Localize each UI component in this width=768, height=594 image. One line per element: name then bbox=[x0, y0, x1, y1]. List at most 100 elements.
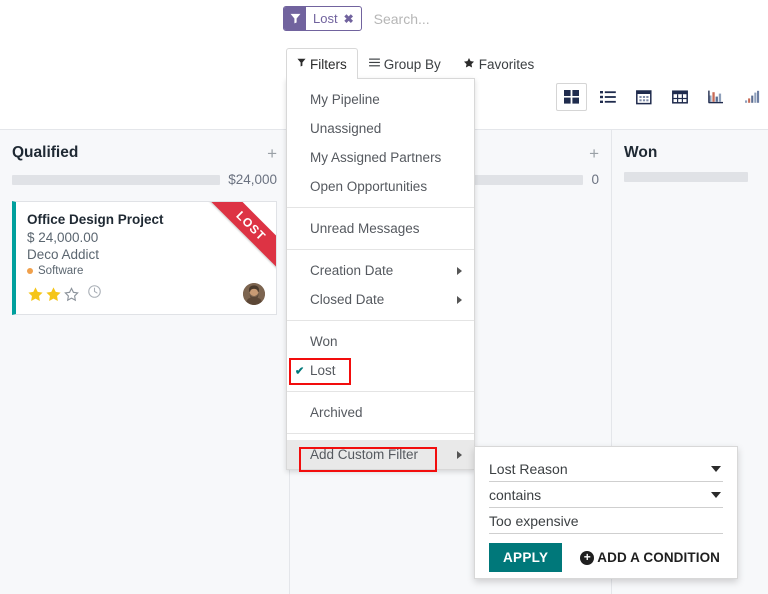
card-customer: Deco Addict bbox=[27, 247, 100, 262]
filter-item-label: Won bbox=[310, 334, 338, 349]
filter-item-label: My Pipeline bbox=[310, 92, 380, 107]
card-tag-label: Software bbox=[38, 265, 84, 277]
facet-remove-icon[interactable]: ✖ bbox=[343, 7, 361, 30]
card-amount: $ 24,000.00 bbox=[27, 230, 99, 245]
custom-filter-operator-value: contains bbox=[489, 487, 542, 503]
kanban-progress-row bbox=[612, 164, 768, 182]
custom-filter-value-text: Too expensive bbox=[489, 513, 579, 529]
view-button-pivot[interactable] bbox=[664, 83, 695, 111]
menu-divider bbox=[287, 320, 474, 321]
progress-bar[interactable] bbox=[12, 174, 221, 185]
chevron-down-icon bbox=[711, 466, 721, 472]
filter-item-lost[interactable]: ✔ Lost bbox=[287, 356, 474, 385]
app-root: Qualified + $24,000 LOST Office Design P… bbox=[0, 0, 768, 594]
activity-clock-icon[interactable] bbox=[87, 284, 102, 304]
filter-item-label: Closed Date bbox=[310, 292, 385, 307]
filter-icon bbox=[284, 7, 306, 30]
kanban-card[interactable]: LOST Office Design Project $ 24,000.00 D… bbox=[12, 201, 277, 315]
tab-group-by-label: Group By bbox=[383, 56, 441, 72]
ascending-bars-icon bbox=[744, 90, 759, 103]
chevron-right-icon bbox=[457, 266, 462, 275]
kanban-icon bbox=[563, 90, 579, 104]
filter-item-label: Creation Date bbox=[310, 263, 394, 278]
view-button-calendar[interactable] bbox=[628, 83, 659, 111]
menu-divider bbox=[287, 433, 474, 434]
hamburger-icon bbox=[368, 58, 380, 70]
kanban-column-title: Won bbox=[624, 144, 658, 161]
list-icon bbox=[599, 91, 616, 103]
custom-filter-actions: APPLY + ADD A CONDITION bbox=[489, 543, 723, 572]
menu-divider bbox=[287, 391, 474, 392]
search-view: Lost ✖ bbox=[283, 6, 768, 31]
star-filled-icon[interactable] bbox=[27, 286, 44, 303]
tab-group-by[interactable]: Group By bbox=[358, 48, 452, 79]
view-button-list[interactable] bbox=[592, 83, 623, 111]
search-input[interactable] bbox=[371, 8, 768, 29]
custom-filter-operator-select[interactable]: contains bbox=[489, 483, 723, 508]
star-filled-icon[interactable] bbox=[45, 286, 62, 303]
filter-item-unassigned[interactable]: Unassigned bbox=[287, 114, 474, 143]
filter-item-my-assigned-partners[interactable]: My Assigned Partners bbox=[287, 143, 474, 172]
facet-label: Lost bbox=[313, 11, 338, 26]
chevron-right-icon bbox=[457, 295, 462, 304]
view-button-kanban[interactable] bbox=[556, 83, 587, 111]
menu-divider bbox=[287, 249, 474, 250]
check-icon: ✔ bbox=[295, 365, 305, 377]
add-record-button[interactable]: + bbox=[589, 145, 599, 162]
chevron-right-icon bbox=[457, 450, 462, 459]
custom-filter-field-value: Lost Reason bbox=[489, 461, 568, 477]
view-button-graph[interactable] bbox=[700, 83, 731, 111]
filter-item-unread-messages[interactable]: Unread Messages bbox=[287, 214, 474, 243]
star-outline-icon[interactable] bbox=[63, 286, 80, 303]
column-amount: 0 bbox=[591, 172, 599, 187]
column-amount: $24,000 bbox=[228, 172, 277, 187]
custom-filter-field-select[interactable]: Lost Reason bbox=[489, 457, 723, 482]
view-switcher bbox=[556, 83, 767, 111]
tab-favorites-label: Favorites bbox=[478, 56, 535, 72]
filter-item-label: Lost bbox=[310, 363, 336, 378]
tab-filters-label: Filters bbox=[310, 56, 347, 72]
add-condition-button[interactable]: + ADD A CONDITION bbox=[580, 550, 720, 565]
filter-item-won[interactable]: Won bbox=[287, 327, 474, 356]
kanban-progress-row: $24,000 bbox=[0, 164, 289, 187]
bar-chart-icon bbox=[707, 90, 723, 104]
view-button-cohort[interactable] bbox=[736, 83, 767, 111]
apply-button[interactable]: APPLY bbox=[489, 543, 563, 572]
filter-item-open-opportunities[interactable]: Open Opportunities bbox=[287, 172, 474, 201]
filter-item-add-custom-filter[interactable]: Add Custom Filter bbox=[287, 440, 474, 469]
kanban-column-header: Won bbox=[612, 130, 768, 164]
priority-stars[interactable] bbox=[27, 286, 80, 303]
add-condition-label: ADD A CONDITION bbox=[597, 550, 721, 565]
tab-favorites[interactable]: Favorites bbox=[452, 48, 546, 79]
menu-divider bbox=[287, 207, 474, 208]
filter-item-creation-date[interactable]: Creation Date bbox=[287, 256, 474, 285]
avatar[interactable] bbox=[243, 283, 265, 305]
filter-item-closed-date[interactable]: Closed Date bbox=[287, 285, 474, 314]
search-facet-lost[interactable]: Lost ✖ bbox=[283, 6, 362, 31]
filter-item-label: Unassigned bbox=[310, 121, 382, 136]
card-tag: Software bbox=[27, 265, 265, 277]
filter-item-label: Archived bbox=[310, 405, 363, 420]
pivot-table-icon bbox=[671, 90, 688, 104]
filter-item-archived[interactable]: Archived bbox=[287, 398, 474, 427]
chevron-down-icon bbox=[711, 492, 721, 498]
custom-filter-panel: Lost Reason contains Too expensive APPLY… bbox=[474, 446, 738, 579]
filter-item-label: Unread Messages bbox=[310, 221, 420, 236]
card-footer bbox=[27, 283, 265, 305]
filter-item-label: Add Custom Filter bbox=[310, 447, 419, 462]
star-icon bbox=[463, 57, 475, 72]
calendar-icon bbox=[635, 90, 652, 105]
filter-item-label: My Assigned Partners bbox=[310, 150, 442, 165]
filter-item-label: Open Opportunities bbox=[310, 179, 428, 194]
progress-bar[interactable] bbox=[624, 172, 748, 182]
filter-icon bbox=[297, 58, 306, 70]
filters-dropdown-menu: My Pipeline Unassigned My Assigned Partn… bbox=[286, 78, 475, 470]
custom-filter-value-input[interactable]: Too expensive bbox=[489, 509, 723, 534]
searchview-dropdown-tabs: Filters Group By Favorites bbox=[286, 48, 569, 79]
filter-item-my-pipeline[interactable]: My Pipeline bbox=[287, 85, 474, 114]
tab-filters[interactable]: Filters bbox=[286, 48, 358, 79]
kanban-column-header: Qualified + bbox=[0, 130, 289, 164]
kanban-column-title: Qualified bbox=[12, 144, 79, 161]
add-record-button[interactable]: + bbox=[267, 145, 277, 162]
control-panel: Lost ✖ bbox=[283, 0, 768, 40]
